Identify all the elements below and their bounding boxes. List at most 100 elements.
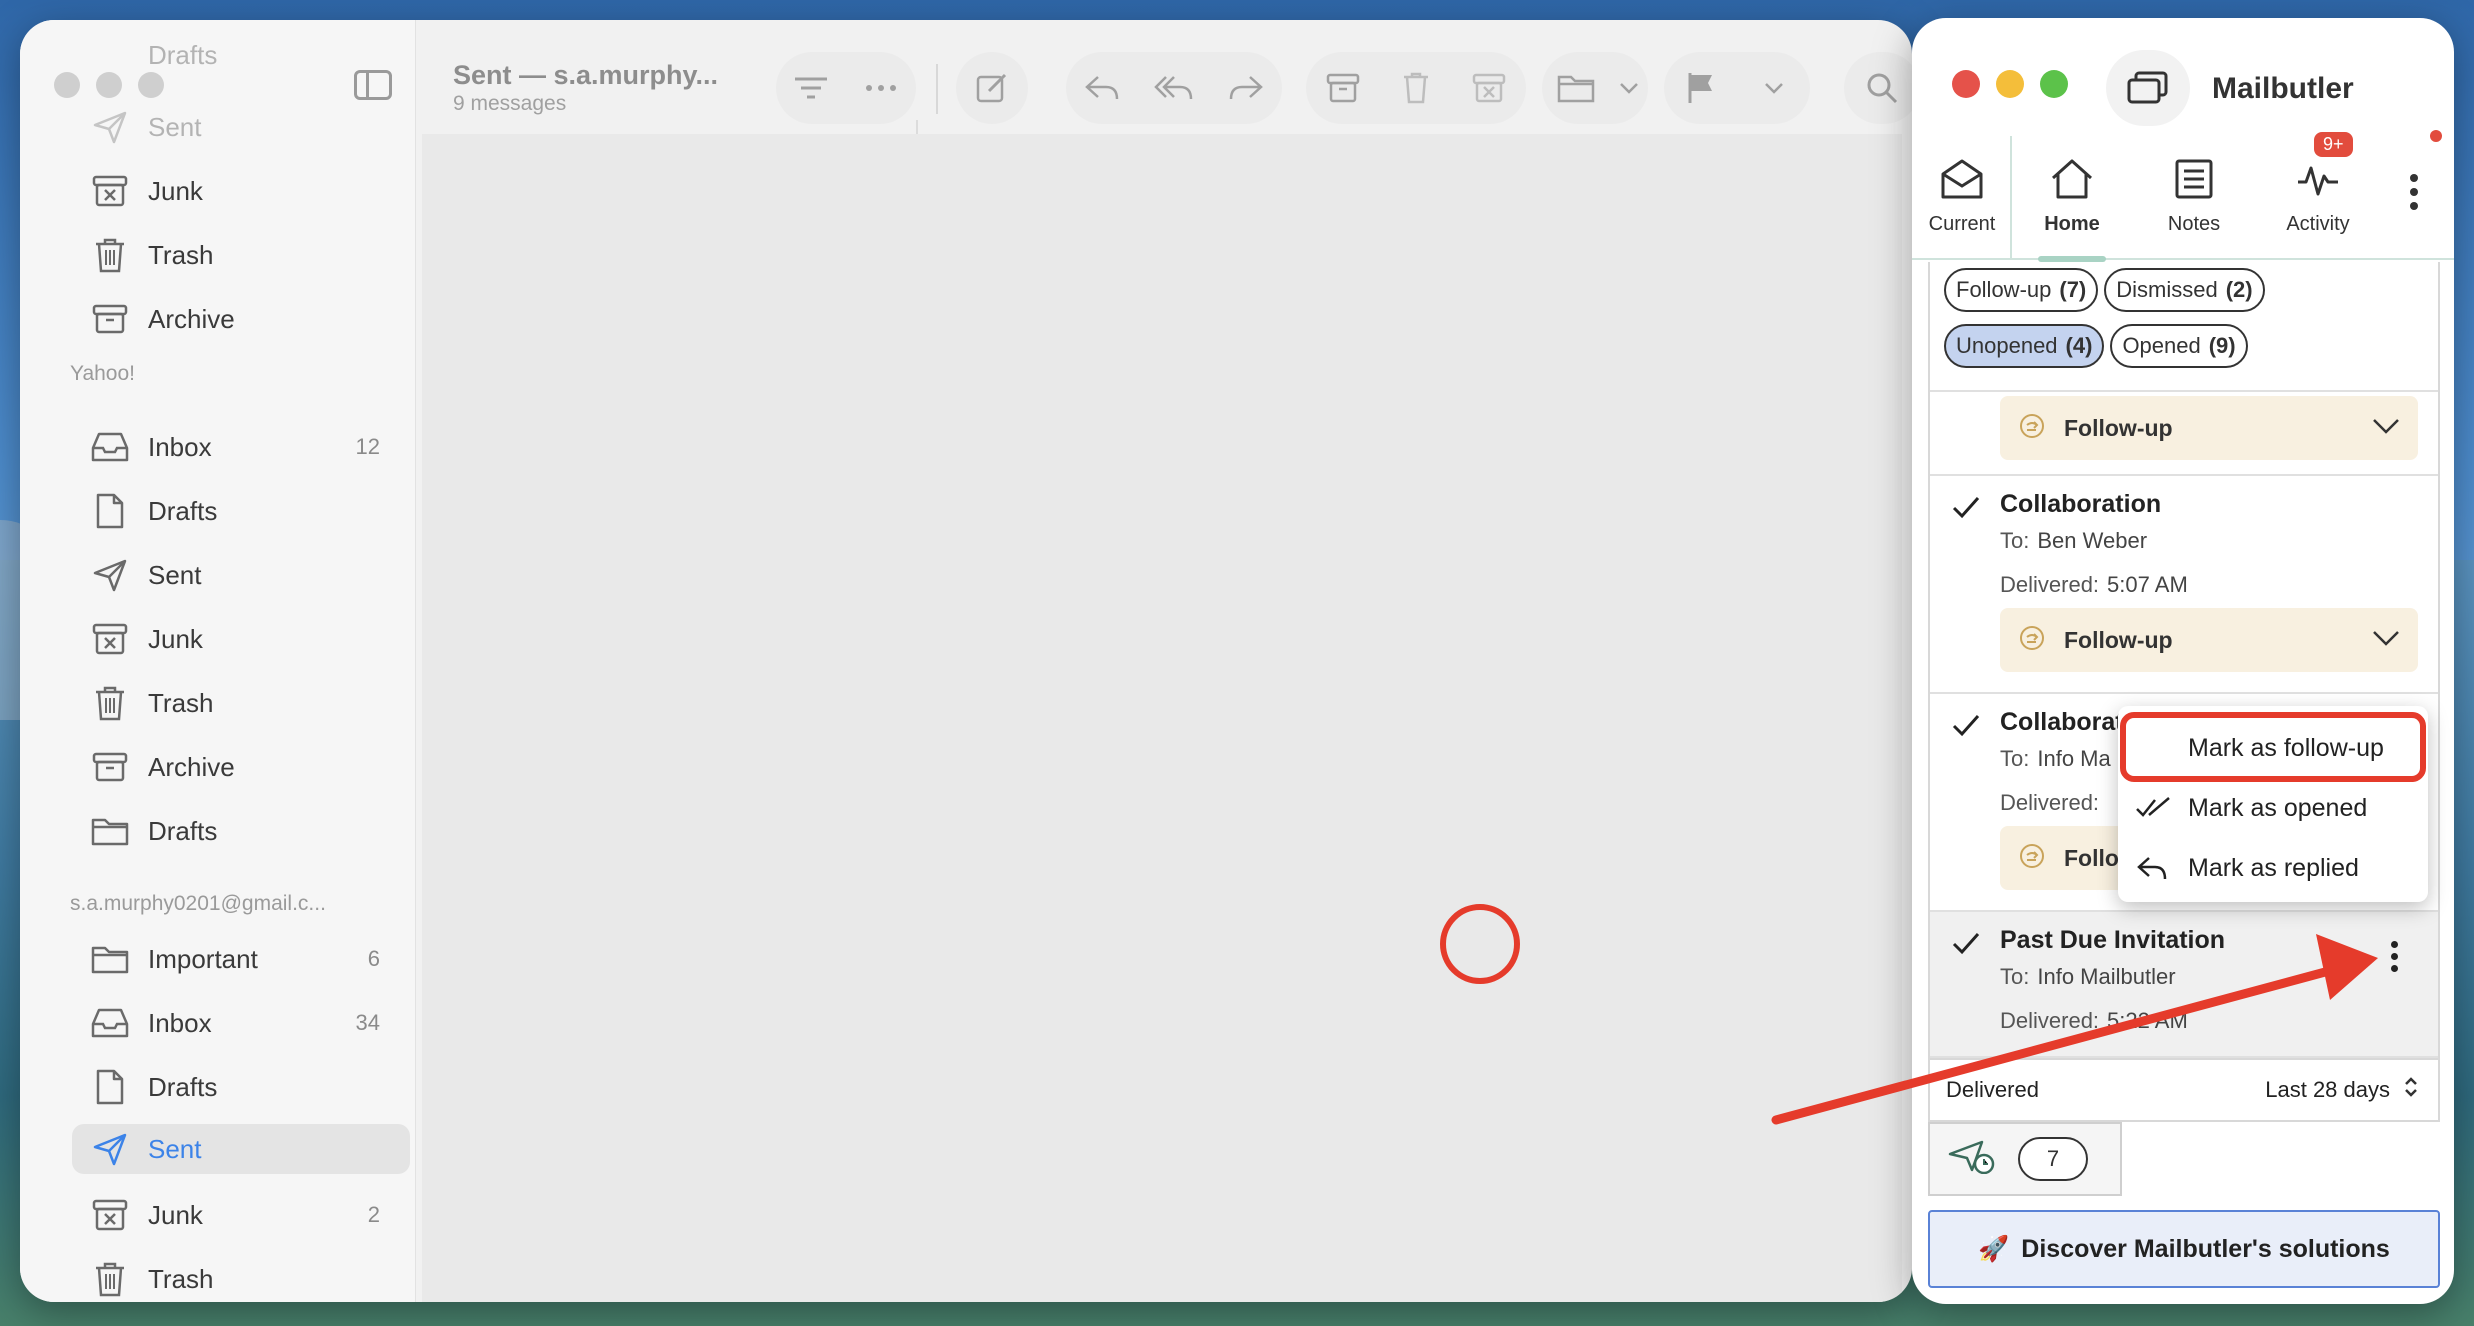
move-group[interactable] (1542, 52, 1648, 124)
reply-icon[interactable] (1076, 62, 1128, 114)
sidebar-item-junk[interactable]: Junk (90, 166, 400, 216)
folder-icon (90, 811, 130, 851)
envelope-open-icon (1940, 158, 1984, 205)
sidebar-item-drafts[interactable]: Drafts (90, 486, 400, 536)
inbox-icon (90, 1003, 130, 1043)
sidebar-item-important[interactable]: Important 6 (90, 934, 400, 984)
send-later-button[interactable]: 7 (1928, 1122, 2122, 1196)
activity-icon (2296, 158, 2340, 205)
paperplane-icon (90, 1129, 130, 1169)
updown-chevron-icon (2404, 1076, 2418, 1104)
flag-group[interactable] (1664, 52, 1810, 124)
filter-chips-row-2: Unopened (4) Opened (9) (1944, 324, 2248, 368)
item-kebab-icon[interactable] (2374, 928, 2414, 984)
trash-icon (90, 1259, 130, 1299)
sidebar-item-junk[interactable]: Junk (90, 614, 400, 664)
trash-icon (90, 683, 130, 723)
sidebar-item-sent-selected[interactable]: Sent (72, 1124, 410, 1174)
list-item[interactable]: Follow-up (1930, 392, 2438, 476)
junk-icon[interactable] (1463, 62, 1515, 114)
paperplane-icon (90, 555, 130, 595)
follow-up-icon (2018, 842, 2046, 875)
sidebar-item-drafts[interactable]: Drafts (90, 30, 400, 80)
menu-item-mark-follow-up[interactable]: Mark as follow-up (2118, 718, 2428, 778)
tab-current[interactable]: Current (1912, 136, 2012, 260)
follow-up-icon (2018, 624, 2046, 657)
sidebar-item-trash[interactable]: Trash (90, 1254, 400, 1302)
tab-notes[interactable]: Notes (2144, 136, 2244, 260)
follow-up-dropdown[interactable]: Follow-up (2000, 608, 2418, 672)
kebab-menu-icon[interactable] (2408, 172, 2420, 217)
windows-icon[interactable] (2106, 50, 2190, 126)
compose-group (956, 52, 1028, 124)
home-icon (2050, 158, 2094, 205)
email-delivered: Delivered: (2000, 790, 2100, 815)
menu-item-mark-replied[interactable]: Mark as replied (2118, 838, 2428, 898)
search-group (1844, 52, 1912, 124)
sidebar-item-drafts[interactable]: Drafts (90, 1062, 400, 1112)
minimize-button[interactable] (1996, 70, 2024, 98)
close-button[interactable] (1952, 70, 1980, 98)
sidebar-item-inbox[interactable]: Inbox 34 (90, 998, 400, 1048)
inbox-icon (90, 427, 130, 467)
sidebar-item-archive[interactable]: Archive (90, 294, 400, 344)
mailbutler-tabs: Current Home Notes 9+ Activity (1912, 132, 2454, 262)
list-item[interactable]: Collaboration To: Ben Weber Delivered: 5:0… (1930, 476, 2438, 694)
archive-icon[interactable] (1317, 62, 1369, 114)
discover-button[interactable]: 🚀 Discover Mailbutler's solutions (1928, 1210, 2440, 1288)
follow-up-dropdown[interactable]: Follow-up (2000, 396, 2418, 460)
folder-icon (1550, 62, 1602, 114)
sidebar-item-trash[interactable]: Trash (90, 678, 400, 728)
archive-icon (90, 747, 130, 787)
trash-icon (90, 235, 130, 275)
filter-icon[interactable] (785, 62, 837, 114)
email-recipient: To: Info Mailbutler (2000, 964, 2176, 989)
send-later-icon (1948, 1140, 1996, 1179)
list-footer: Delivered Last 28 days (1928, 1058, 2440, 1120)
sidebar-item-trash[interactable]: Trash (90, 230, 400, 280)
chevron-down-icon (2372, 418, 2400, 439)
email-recipient: To: Info Ma (2000, 746, 2111, 771)
sidebar-item-inbox[interactable]: Inbox 12 (90, 422, 400, 472)
close-button[interactable] (54, 72, 80, 98)
reply-all-icon[interactable] (1148, 62, 1200, 114)
trash-icon[interactable] (1390, 62, 1442, 114)
mail-window: Drafts Sent Junk Trash Archive Yahoo! In… (20, 20, 1912, 1302)
search-icon[interactable] (1856, 62, 1908, 114)
tab-home[interactable]: Home (2020, 136, 2124, 262)
zoom-button[interactable] (2040, 70, 2068, 98)
junk-icon (90, 171, 130, 211)
notes-icon (2174, 158, 2214, 205)
email-delivered: Delivered: 5:22 AM (2000, 1008, 2188, 1033)
list-item-hovered[interactable]: Past Due Invitation To: Info Mailbutler D… (1930, 912, 2438, 1058)
chip-unopened[interactable]: Unopened (4) (1944, 324, 2105, 368)
filter-group (776, 52, 916, 124)
message-content-area (422, 134, 1902, 1302)
mailbutler-title: Mailbutler (2212, 72, 2354, 105)
sidebar-item-sent[interactable]: Sent (90, 102, 400, 152)
sidebar-item-archive[interactable]: Archive (90, 742, 400, 792)
date-range-select[interactable]: Last 28 days (2265, 1076, 2418, 1104)
junk-icon (90, 1195, 130, 1235)
more-icon[interactable] (855, 62, 907, 114)
sidebar-item-drafts-folder[interactable]: Drafts (90, 806, 400, 856)
email-recipient: To: Ben Weber (2000, 528, 2148, 553)
context-menu: Mark as follow-up Mark as opened Mark as… (2118, 706, 2428, 902)
email-subject: Past Due Invitation (2000, 926, 2226, 954)
tab-activity[interactable]: 9+ Activity (2256, 132, 2380, 260)
forward-icon[interactable] (1220, 62, 1272, 114)
menu-item-mark-opened[interactable]: Mark as opened (2118, 778, 2428, 838)
chevron-down-icon (2372, 630, 2400, 651)
sidebar-item-junk[interactable]: Junk 2 (90, 1190, 400, 1240)
window-controls[interactable] (1952, 70, 2068, 98)
chip-follow-up[interactable]: Follow-up (7) (1944, 268, 2099, 312)
compose-icon[interactable] (966, 62, 1018, 114)
sidebar-item-sent[interactable]: Sent (90, 550, 400, 600)
filter-chips-row-1: Follow-up (7) Dismissed (2) (1944, 268, 2265, 312)
mailbox-title: Sent — s.a.murphy... (453, 60, 719, 90)
email-subject: Collaboration (2000, 490, 2162, 518)
chip-dismissed[interactable]: Dismissed (2) (2104, 268, 2265, 312)
mail-toolbar: Sent — s.a.murphy... 9 messages (416, 20, 1912, 124)
doc-icon (90, 1067, 130, 1107)
chip-opened[interactable]: Opened (9) (2110, 324, 2248, 368)
